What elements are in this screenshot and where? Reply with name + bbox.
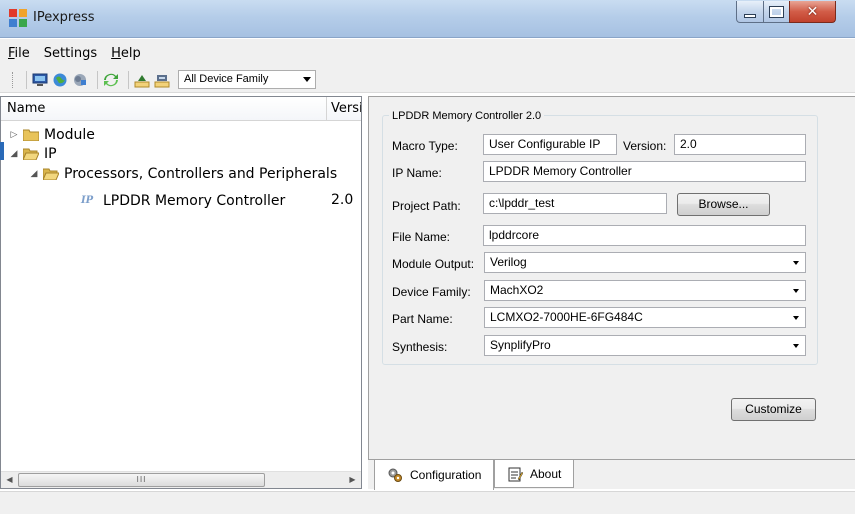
title-bar[interactable]: IPexpress ✕ [0, 0, 855, 38]
chevron-down-icon [793, 261, 799, 265]
device-family-dropdown-value: MachXO2 [490, 283, 544, 297]
file-name-field[interactable]: lpddrcore [483, 225, 806, 246]
scroll-right-arrow-icon[interactable]: ▶ [344, 472, 361, 488]
customize-button-label: Customize [745, 402, 802, 416]
device-family-dropdown[interactable]: MachXO2 [484, 280, 806, 301]
chevron-down-icon [793, 289, 799, 293]
menu-help[interactable]: Help [111, 46, 141, 61]
menu-bar: File Settings Help [0, 39, 855, 67]
synthesis-label: Synthesis: [392, 340, 448, 354]
app-icon [9, 9, 27, 27]
macro-type-field[interactable]: User Configurable IP [483, 134, 617, 155]
device-family-select[interactable]: All Device Family [178, 70, 316, 89]
module-output-label: Module Output: [392, 257, 475, 271]
scrollbar-grip: III [136, 475, 147, 484]
toolbar-separator [26, 70, 27, 89]
minimize-icon [744, 13, 756, 18]
tab-about-label: About [530, 466, 562, 481]
part-name-value: LCMXO2-7000HE-6FG484C [490, 310, 643, 324]
config-group-title: LPDDR Memory Controller 2.0 [389, 110, 545, 122]
menu-file-label: ile [14, 45, 30, 61]
file-name-label: File Name: [392, 230, 451, 244]
column-header-name[interactable]: Name [7, 101, 45, 116]
expand-icon[interactable]: ▷ [9, 130, 19, 140]
toolbar: All Device Family [0, 67, 855, 93]
monitor-icon[interactable] [32, 72, 48, 88]
column-divider[interactable] [326, 97, 327, 121]
tree-node-ip[interactable]: ◢ IP [9, 145, 57, 163]
tree-node-lpddr[interactable]: IP LPDDR Memory Controller [81, 192, 285, 210]
tree-node-label: IP [44, 146, 57, 162]
globe-icon[interactable] [52, 72, 68, 88]
tree-node-label: Module [44, 127, 95, 143]
browse-button-label: Browse... [698, 197, 749, 211]
ip-name-label: IP Name: [392, 166, 442, 180]
menu-help-label: elp [120, 45, 141, 61]
window-title: IPexpress [33, 10, 95, 25]
part-name-select[interactable]: LCMXO2-7000HE-6FG484C [484, 307, 806, 328]
tab-strip: Configuration About [368, 460, 855, 490]
open-folder-icon [23, 148, 39, 160]
collapse-icon[interactable]: ◢ [29, 169, 39, 179]
customize-button[interactable]: Customize [731, 398, 816, 421]
scroll-left-arrow-icon[interactable]: ◀ [1, 472, 18, 488]
version-field[interactable]: 2.0 [674, 134, 806, 155]
synthesis-value: SynplifyPro [490, 338, 551, 352]
part-name-label: Part Name: [392, 312, 453, 326]
menu-help-mnemonic: H [111, 45, 121, 61]
tree-down-icon[interactable] [154, 72, 170, 88]
maximize-button[interactable] [763, 1, 790, 23]
ip-core-icon: IP [81, 195, 94, 206]
toolbar-grip[interactable] [12, 71, 15, 88]
status-bar [0, 491, 855, 514]
tab-configuration-label: Configuration [410, 468, 482, 482]
chevron-down-icon [793, 316, 799, 320]
horizontal-scrollbar[interactable]: ◀ III ▶ [1, 471, 361, 488]
tree-node-version: 2.0 [331, 192, 354, 208]
minimize-button[interactable] [736, 1, 764, 23]
chevron-down-icon [793, 344, 799, 348]
collapse-icon[interactable]: ◢ [9, 149, 19, 159]
close-button[interactable]: ✕ [789, 1, 836, 23]
menu-settings-label: Settings [43, 45, 98, 61]
gears-icon [388, 468, 402, 482]
project-path-label: Project Path: [392, 199, 461, 213]
network-icon[interactable] [72, 72, 88, 88]
ip-name-field[interactable]: LPDDR Memory Controller [483, 161, 806, 182]
ip-tree-panel: Name Version ▷ Module ◢ IP ◢ Processors,… [0, 96, 362, 489]
tree-header: Name Version [1, 97, 361, 121]
refresh-icon[interactable] [103, 72, 119, 88]
module-output-value: Verilog [490, 255, 527, 269]
folder-icon [23, 129, 39, 141]
browse-button[interactable]: Browse... [677, 193, 770, 216]
tree-focus-marker [0, 142, 4, 160]
toolbar-separator [97, 70, 98, 89]
notepad-icon [508, 467, 523, 481]
toolbar-separator [128, 70, 129, 89]
menu-file[interactable]: File [8, 46, 30, 61]
synthesis-select[interactable]: SynplifyPro [484, 335, 806, 356]
scrollbar-thumb[interactable]: III [18, 473, 265, 487]
column-header-version[interactable]: Version [331, 101, 361, 116]
close-icon: ✕ [806, 3, 819, 20]
tab-configuration[interactable]: Configuration [374, 460, 494, 490]
device-family-label: Device Family: [392, 285, 471, 299]
tree-node-processors[interactable]: ◢ Processors, Controllers and Peripheral… [29, 165, 338, 183]
module-output-select[interactable]: Verilog [484, 252, 806, 273]
maximize-icon [769, 5, 784, 18]
tab-about[interactable]: About [494, 460, 574, 488]
chevron-down-icon [303, 77, 311, 82]
project-path-field[interactable]: c:\lpddr_test [483, 193, 667, 214]
tree-up-icon[interactable] [134, 72, 150, 88]
macro-type-label: Macro Type: [392, 139, 458, 153]
version-label: Version: [623, 139, 667, 153]
open-folder-icon [43, 168, 59, 180]
tree-node-module[interactable]: ▷ Module [9, 126, 95, 144]
tree-node-label: LPDDR Memory Controller [103, 193, 286, 209]
tree-node-label: Processors, Controllers and Peripherals [64, 166, 338, 182]
device-family-value: All Device Family [184, 73, 269, 85]
menu-settings[interactable]: Settings [44, 46, 97, 61]
